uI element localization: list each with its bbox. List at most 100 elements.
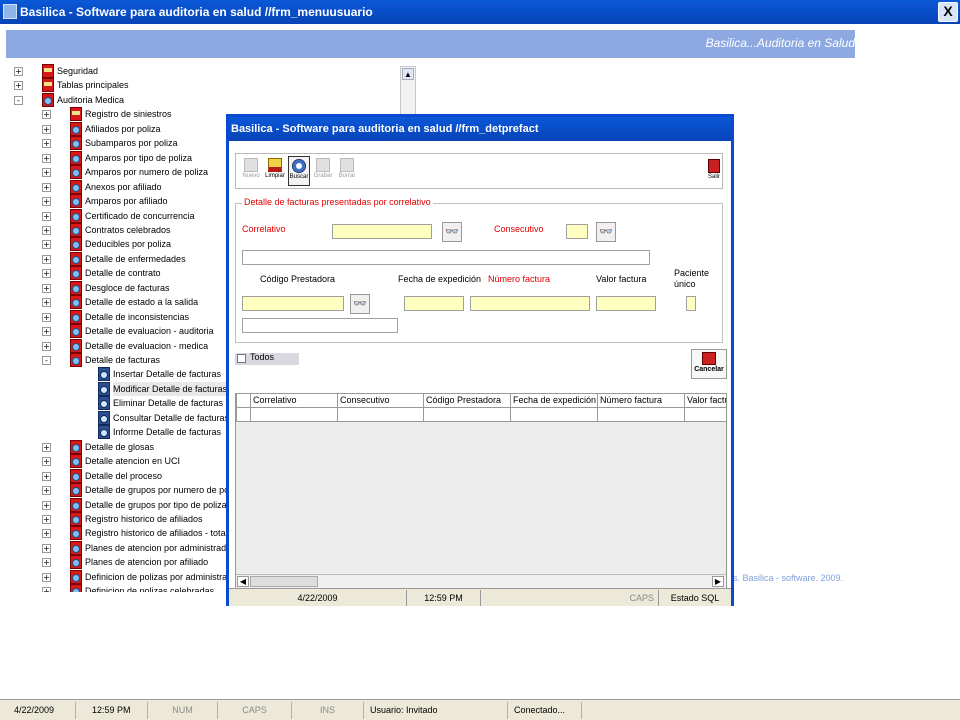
scroll-left-icon[interactable]: ◀ (237, 576, 249, 587)
clear-button-label: Limpiar (265, 173, 285, 179)
grid-cell[interactable] (337, 408, 423, 422)
expand-icon[interactable]: + (42, 457, 51, 467)
magnify-icon (70, 439, 82, 454)
fecha-expedicion-field[interactable] (404, 296, 464, 311)
tree-item-label: Registro historico de afiliados (85, 513, 203, 524)
clear-button[interactable]: Limpiar (264, 156, 286, 186)
tree-item-label: Detalle de grupos por numero de poliza (85, 485, 243, 496)
expand-icon[interactable]: + (42, 139, 51, 149)
new-button[interactable]: Nuevo (240, 156, 262, 186)
search-consecutivo-button[interactable]: 👓 (596, 222, 616, 242)
grid-cell[interactable] (250, 408, 337, 422)
valor-factura-field[interactable] (596, 296, 656, 311)
grid-row-selector[interactable] (236, 408, 250, 422)
grid-cell[interactable] (510, 408, 597, 422)
magnify-icon (70, 511, 82, 526)
expand-icon[interactable]: + (42, 514, 51, 524)
exit-button[interactable]: Salir (706, 157, 722, 185)
grid-horizontal-scrollbar[interactable]: ◀ ▶ (236, 574, 726, 588)
collapse-icon[interactable]: - (42, 356, 51, 365)
grid-cell[interactable] (423, 408, 510, 422)
consecutivo-field[interactable] (566, 224, 588, 239)
grid-column-header[interactable]: Número factura (597, 394, 684, 408)
main-window-title: Basilica - Software para auditoria en sa… (20, 5, 373, 19)
expand-icon[interactable]: + (42, 124, 51, 134)
status-user: Usuario: Invitado (364, 702, 508, 719)
expand-icon[interactable]: + (42, 471, 51, 481)
dialog-titlebar[interactable]: Basilica - Software para auditoria en sa… (229, 117, 731, 141)
grid-column-header[interactable]: Consecutivo (337, 394, 423, 408)
expand-icon[interactable]: + (42, 211, 51, 221)
expand-icon[interactable]: + (42, 110, 51, 120)
expand-icon[interactable]: + (42, 572, 51, 582)
grid-column-header[interactable]: Código Prestadora (423, 394, 510, 408)
todos-checkbox-box[interactable] (237, 354, 246, 363)
search-button[interactable]: Buscar (288, 156, 310, 186)
expand-icon[interactable]: + (42, 500, 51, 510)
expand-icon[interactable]: + (42, 153, 51, 163)
expand-icon[interactable]: + (42, 240, 51, 250)
expand-icon[interactable]: + (14, 67, 23, 76)
expand-icon[interactable]: + (42, 298, 51, 308)
status-num: NUM (148, 702, 218, 719)
main-window-titlebar[interactable]: Basilica - Software para auditoria en sa… (0, 0, 960, 24)
expand-icon[interactable]: + (42, 254, 51, 264)
scroll-right-icon[interactable]: ▶ (712, 576, 724, 587)
todos-checkbox[interactable]: Todos (235, 352, 299, 365)
magnify-icon (70, 150, 82, 165)
tree-item[interactable]: - Auditoria Medica (6, 92, 416, 107)
magnify-icon (70, 483, 82, 498)
expand-icon[interactable]: + (42, 312, 51, 322)
codigo-prestadora-field[interactable] (242, 296, 344, 311)
save-button[interactable]: Grabar (312, 156, 334, 186)
scroll-thumb[interactable] (250, 576, 318, 587)
expand-icon[interactable]: + (42, 225, 51, 235)
search-correlativo-button[interactable]: 👓 (442, 222, 462, 242)
search-button-label: Buscar (289, 174, 309, 180)
expand-icon[interactable]: + (42, 182, 51, 192)
scroll-up-icon[interactable]: ▲ (402, 68, 414, 80)
paciente-unico-field[interactable] (686, 296, 696, 311)
expand-icon[interactable]: + (42, 283, 51, 293)
cancel-button[interactable]: Cancelar (691, 349, 727, 379)
expand-icon[interactable]: + (42, 341, 51, 351)
expand-icon[interactable]: + (42, 168, 51, 178)
dialog-toolbar: Nuevo Limpiar Buscar Grabar Borrar Salir (235, 153, 723, 189)
status-connection: Conectado... (508, 702, 582, 719)
expand-icon[interactable]: + (42, 558, 51, 568)
expand-icon[interactable]: + (42, 442, 51, 452)
correlativo-field[interactable] (332, 224, 432, 239)
grid-column-header[interactable]: Fecha de expedición (510, 394, 597, 408)
new-icon (244, 158, 258, 172)
delete-button[interactable]: Borrar (336, 156, 358, 186)
correlativo-description-field[interactable] (242, 250, 650, 265)
tree-scrollbar[interactable]: ▲ (400, 66, 416, 116)
grid-header: Correlativo Consecutivo Código Prestador… (236, 394, 726, 408)
magnify-icon (70, 121, 82, 136)
collapse-icon[interactable]: - (14, 95, 23, 105)
table-row[interactable] (236, 408, 726, 422)
tree-item[interactable]: + Tablas principales (6, 78, 416, 93)
expand-icon[interactable]: + (42, 327, 51, 337)
grid-column-header[interactable]: Correlativo (250, 394, 337, 408)
expand-icon[interactable]: + (42, 197, 51, 207)
expand-icon[interactable]: + (42, 269, 51, 279)
numero-factura-field[interactable] (470, 296, 590, 311)
tree-item-label: Registro de siniestros (85, 109, 172, 120)
invoice-grid[interactable]: Correlativo Consecutivo Código Prestador… (235, 393, 727, 589)
grid-cell[interactable] (597, 408, 684, 422)
grid-column-header[interactable]: Valor factura (684, 394, 726, 408)
expand-icon[interactable]: + (42, 543, 51, 553)
grid-cell[interactable] (684, 408, 726, 422)
tree-item[interactable]: + Seguridad (6, 64, 416, 78)
expand-icon[interactable]: + (42, 529, 51, 539)
search-prestadora-button[interactable]: 👓 (350, 294, 370, 314)
close-window-button[interactable]: X (938, 2, 958, 22)
expand-icon[interactable]: + (42, 587, 51, 592)
expand-icon[interactable]: + (42, 486, 51, 496)
status-time: 12:59 PM (76, 702, 148, 719)
expand-icon[interactable]: + (14, 81, 23, 91)
tree-item-label: Insertar Detalle de facturas (113, 369, 222, 380)
status-caps: CAPS (218, 702, 292, 719)
prestadora-description-field[interactable] (242, 318, 398, 333)
